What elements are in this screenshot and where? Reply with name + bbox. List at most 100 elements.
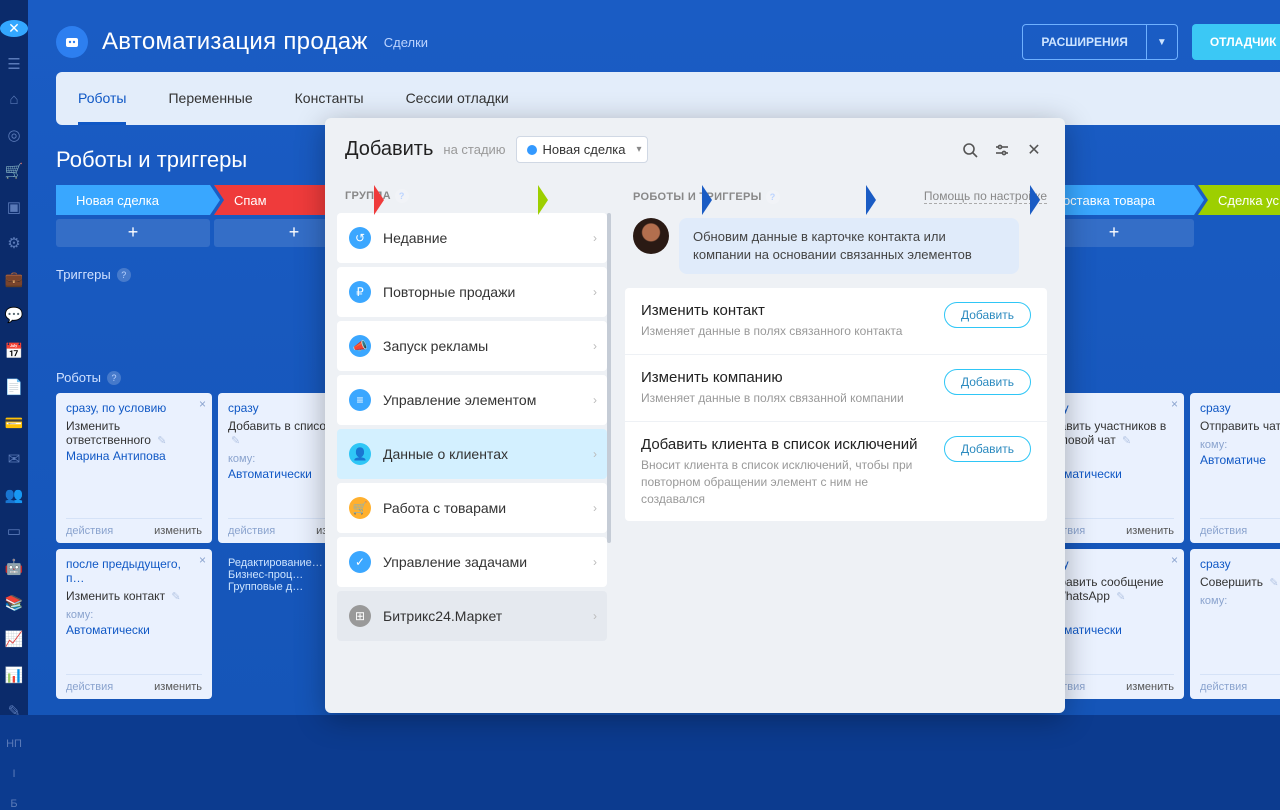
card-to-value[interactable]: Автоматиче (1200, 453, 1280, 467)
robot-card[interactable]: ×сразу, по условиюИзменить ответственног… (56, 393, 212, 543)
add-action-button[interactable]: Добавить (944, 436, 1031, 462)
modal-header: Добавить на стадию Новая сделка ✕ (325, 118, 1065, 179)
group-icon: ⊞ (349, 605, 371, 627)
filter-icon[interactable]: ☰ (4, 55, 24, 73)
robot-icon[interactable]: 🤖 (4, 558, 24, 576)
sidebar-text-1[interactable]: НП (6, 738, 22, 750)
card-to-label: кому: (1200, 439, 1280, 451)
pen-icon[interactable]: ✎ (4, 702, 24, 720)
stage-column: Новая сделка + (56, 185, 210, 247)
card-edit-link[interactable]: изменить (154, 525, 202, 537)
search-icon[interactable] (959, 139, 981, 161)
card-when[interactable]: после предыдущего, п… (66, 557, 202, 585)
stage-header[interactable]: Сделка ус (1198, 185, 1280, 215)
modal-actions-column: РОБОТЫ И ТРИГГЕРЫ? Помощь по настройке О… (615, 179, 1065, 713)
chevron-right-icon: › (593, 447, 597, 461)
card-edit-link[interactable]: изменить (1126, 525, 1174, 537)
card-close-icon[interactable]: × (1171, 553, 1178, 567)
add-action-button[interactable]: Добавить (944, 302, 1031, 328)
stage-color-dot (527, 145, 537, 155)
card-name: Совершить ✎ (1200, 575, 1280, 589)
card-when[interactable]: сразу, по условию (66, 401, 202, 415)
robot-card[interactable]: ×после предыдущего, п…Изменить контакт ✎… (56, 549, 212, 699)
wallet-icon[interactable]: 💳 (4, 414, 24, 432)
debugger-button[interactable]: ОТЛАДЧИК РОБОТОВ (1192, 24, 1280, 60)
chevron-right-icon: › (593, 285, 597, 299)
sidebar-text-2[interactable]: I (12, 768, 15, 780)
tab-robots[interactable]: Роботы (78, 72, 126, 125)
calendar-icon[interactable]: 📅 (4, 342, 24, 360)
card-edit-link[interactable]: изменить (1126, 681, 1174, 693)
group-item[interactable]: ↺Недавние› (337, 213, 607, 263)
group-item[interactable]: 👤Данные о клиентах› (337, 429, 607, 479)
book-icon[interactable]: 📚 (4, 594, 24, 612)
chat-icon[interactable]: 💬 (4, 306, 24, 324)
card-when[interactable]: сразу (1200, 557, 1280, 571)
settings-icon[interactable] (991, 139, 1013, 161)
stage-selector[interactable]: Новая сделка (516, 136, 649, 163)
page-subtitle[interactable]: Сделки (384, 35, 428, 50)
extensions-dropdown[interactable]: ▼ (1147, 24, 1178, 60)
help-icon[interactable]: ? (117, 268, 131, 282)
card-to-value[interactable]: Автоматически (66, 623, 202, 637)
box-icon[interactable]: ▣ (4, 198, 24, 216)
help-link[interactable]: Помощь по настройке (924, 189, 1047, 204)
help-icon[interactable]: ? (395, 189, 409, 203)
card-edit-link[interactable]: изменить (154, 681, 202, 693)
group-item[interactable]: ₽Повторные продажи› (337, 267, 607, 317)
users-icon[interactable]: 👥 (4, 486, 24, 504)
actions-panel: Изменить контактИзменяет данные в полях … (625, 288, 1047, 521)
add-robot-modal: Добавить на стадию Новая сделка ✕ ГРУППА… (325, 118, 1065, 713)
card-when[interactable]: сразу (1200, 401, 1280, 415)
group-icon: ₽ (349, 281, 371, 303)
assistant-bubble: Обновим данные в карточке контакта или к… (679, 218, 1019, 274)
robots-label: Роботы (56, 370, 101, 385)
card-actions-link[interactable]: действия (66, 681, 113, 693)
card-footer: действия изменить (66, 674, 202, 699)
group-item[interactable]: ⊞Битрикс24.Маркет› (337, 591, 607, 641)
group-item[interactable]: ≡Управление элементом› (337, 375, 607, 425)
doc-icon[interactable]: 📄 (4, 378, 24, 396)
scrollbar[interactable] (607, 213, 611, 543)
card-footer: действия изменить (66, 518, 202, 543)
action-row: Добавить клиента в список исключенийВнос… (625, 422, 1047, 521)
close-icon[interactable]: ✕ (1023, 139, 1045, 161)
chevron-right-icon: › (593, 393, 597, 407)
flow-icon[interactable]: ⚙ (4, 234, 24, 252)
close-icon[interactable]: ✕ (0, 20, 28, 37)
assistant-avatar (633, 218, 669, 254)
sidebar-text-3[interactable]: Б (10, 798, 17, 810)
group-item[interactable]: 📣Запуск рекламы› (337, 321, 607, 371)
stage-header[interactable]: Новая сделка (56, 185, 210, 215)
card-icon[interactable]: ▭ (4, 522, 24, 540)
robot-card[interactable]: ×сразуОтправить чат ✎кому:Автоматичедейс… (1190, 393, 1280, 543)
card-to-value[interactable]: Марина Антипова (66, 449, 202, 463)
cart-icon[interactable]: 🛒 (4, 162, 24, 180)
help-icon[interactable]: ? (107, 371, 121, 385)
card-actions-link[interactable]: действия (228, 525, 275, 537)
tab-variables[interactable]: Переменные (168, 72, 252, 125)
card-close-icon[interactable]: × (199, 553, 206, 567)
card-actions-link[interactable]: действия (1200, 525, 1247, 537)
stats-icon[interactable]: 📊 (4, 666, 24, 684)
target-icon[interactable]: ◎ (4, 126, 24, 144)
mail-icon[interactable]: ✉ (4, 450, 24, 468)
briefcase-icon[interactable]: 💼 (4, 270, 24, 288)
card-actions-link[interactable]: действия (66, 525, 113, 537)
card-actions-link[interactable]: действия (1200, 681, 1247, 693)
group-item[interactable]: ✓Управление задачами› (337, 537, 607, 587)
group-item[interactable]: 🛒Работа с товарами› (337, 483, 607, 533)
group-icon: ✓ (349, 551, 371, 573)
graph-icon[interactable]: 📈 (4, 630, 24, 648)
home-icon[interactable]: ⌂ (4, 91, 24, 108)
card-close-icon[interactable]: × (1171, 397, 1178, 411)
robot-card[interactable]: ×сразуСовершить ✎кому:действияизменить (1190, 549, 1280, 699)
stage-add-button[interactable]: + (56, 219, 210, 247)
chevron-right-icon: › (593, 231, 597, 245)
card-close-icon[interactable]: × (199, 397, 206, 411)
add-action-button[interactable]: Добавить (944, 369, 1031, 395)
help-icon[interactable]: ? (766, 190, 780, 204)
extensions-button[interactable]: РАСШИРЕНИЯ (1022, 24, 1147, 60)
group-icon: 🛒 (349, 497, 371, 519)
action-desc: Изменяет данные в полях связанной компан… (641, 390, 904, 407)
